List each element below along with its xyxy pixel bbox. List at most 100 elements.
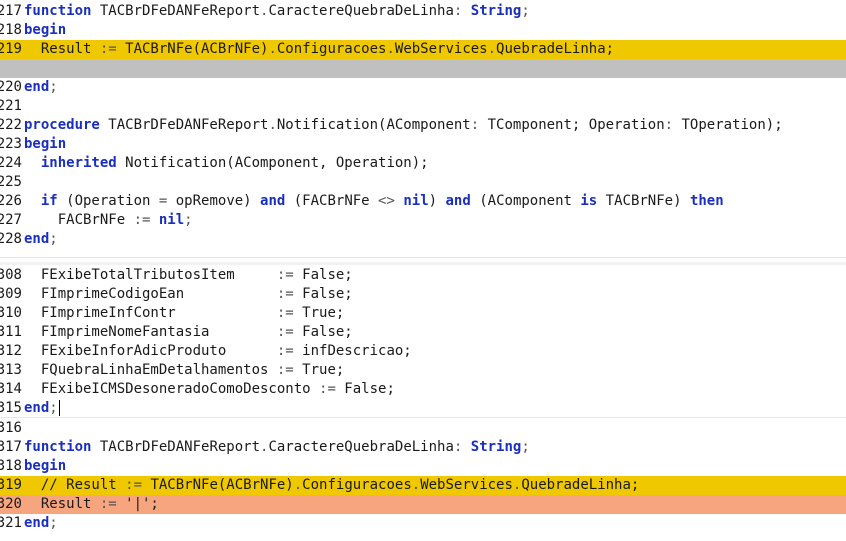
- code-line[interactable]: 321 end;: [0, 514, 846, 533]
- code-line[interactable]: 219 Result := TACBrNFe(ACBrNFe).Configur…: [0, 40, 846, 59]
- code-line[interactable]: 225: [0, 173, 846, 192]
- code-text[interactable]: FExibeICMSDesoneradoComoDesconto := Fals…: [24, 380, 395, 399]
- code-token: :=: [319, 381, 336, 397]
- code-token: (Operation: [57, 193, 159, 209]
- code-token: FQuebraLinhaEmDetalhamentos: [24, 362, 277, 378]
- code-line[interactable]: 311 FImprimeNomeFantasia := False;: [0, 323, 846, 342]
- code-token: TOperation);: [673, 117, 783, 133]
- code-line[interactable]: 314 FExibeICMSDesoneradoComoDesconto := …: [0, 380, 846, 399]
- code-token: TACBrDFeDANFeReport: [91, 3, 261, 19]
- code-line[interactable]: 218 begin: [0, 21, 846, 40]
- code-text[interactable]: FQuebraLinhaEmDetalhamentos := True;: [24, 361, 344, 380]
- code-text[interactable]: Result := TACBrNFe(ACBrNFe).Configuracoe…: [24, 40, 614, 59]
- code-token: ;: [49, 79, 58, 95]
- code-line[interactable]: 217 function TACBrDFeDANFeReport.Caracter…: [0, 2, 846, 21]
- line-number: 223: [0, 136, 22, 152]
- code-token: .: [293, 477, 303, 493]
- code-line[interactable]: 226 if (Operation = opRemove) and (FACBr…: [0, 192, 846, 211]
- code-token: :=: [276, 343, 294, 359]
- code-token: False;: [293, 286, 353, 302]
- code-text[interactable]: end;: [24, 514, 58, 533]
- code-text[interactable]: inherited Notification(AComponent, Opera…: [24, 154, 429, 173]
- keyword-token: and: [260, 193, 286, 209]
- line-number: 221: [0, 98, 22, 114]
- code-token: Result: [24, 496, 100, 512]
- code-token: TComponent; Operation: [479, 117, 665, 133]
- code-text[interactable]: FImprimeCodigoEan := False;: [24, 285, 353, 304]
- code-token: .: [487, 41, 497, 57]
- code-text[interactable]: FExibeInforAdicProduto := infDescricao;: [24, 342, 412, 361]
- line-number: 225: [0, 174, 22, 190]
- code-pane-bottom[interactable]: 316 317 function TACBrDFeDANFeReport.Carac…: [0, 419, 846, 533]
- code-text[interactable]: FACBrNFe := nil;: [24, 211, 193, 230]
- keyword-token: end: [24, 79, 50, 95]
- code-line[interactable]: 312 FExibeInforAdicProduto := infDescric…: [0, 342, 846, 361]
- code-line[interactable]: 227 FACBrNFe := nil;: [0, 211, 846, 230]
- line-number: 313: [0, 362, 22, 378]
- pane-gap: [0, 262, 846, 265]
- code-text[interactable]: if (Operation = opRemove) and (FACBrNFe …: [24, 192, 724, 211]
- keyword-token: and: [445, 193, 471, 209]
- code-token: .: [386, 41, 395, 57]
- code-line[interactable]: 224 inherited Notification(AComponent, O…: [0, 154, 846, 173]
- code-line[interactable]: 319 // Result := TACBrNFe(ACBrNFe).Confi…: [0, 476, 846, 495]
- code-token: '|';: [116, 496, 159, 512]
- code-line[interactable]: 223 begin: [0, 135, 846, 154]
- code-pane-top[interactable]: 217 function TACBrDFeDANFeReport.Caracter…: [0, 2, 846, 249]
- code-text[interactable]: end;: [24, 230, 58, 249]
- keyword-token: String: [470, 3, 522, 19]
- code-token: Configuracoes: [302, 477, 412, 493]
- code-text[interactable]: end;: [24, 399, 60, 418]
- code-text[interactable]: end;: [24, 78, 58, 97]
- code-line[interactable]: [0, 59, 846, 78]
- code-text[interactable]: begin: [24, 21, 66, 40]
- keyword-token: begin: [24, 136, 67, 152]
- code-text[interactable]: function TACBrDFeDANFeReport.CaractereQu…: [24, 438, 530, 457]
- code-line[interactable]: 313 FQuebraLinhaEmDetalhamentos := True;: [0, 361, 846, 380]
- code-token: :: [470, 117, 480, 133]
- code-text[interactable]: FExibeTotalTributosItem := False;: [24, 266, 353, 285]
- code-line[interactable]: 315 end;: [0, 399, 846, 418]
- code-line[interactable]: 320 Result := '|';: [0, 495, 846, 514]
- code-token: :=: [276, 305, 294, 321]
- code-text[interactable]: FImprimeInfContr := True;: [24, 304, 344, 323]
- code-line[interactable]: 309 FImprimeCodigoEan := False;: [0, 285, 846, 304]
- line-number: 314: [0, 381, 22, 397]
- keyword-token: begin: [24, 22, 67, 38]
- code-token: opRemove): [167, 193, 261, 209]
- code-line[interactable]: 228 end;: [0, 230, 846, 249]
- code-text[interactable]: procedure TACBrDFeDANFeReport.Notificati…: [24, 116, 783, 135]
- code-token: WebServices: [394, 41, 488, 57]
- line-number: 226: [0, 193, 22, 209]
- code-text[interactable]: Result := '|';: [24, 495, 159, 514]
- code-line[interactable]: 220 end;: [0, 78, 846, 97]
- code-text[interactable]: // Result := TACBrNFe(ACBrNFe).Configura…: [24, 476, 640, 495]
- code-line[interactable]: 317 function TACBrDFeDANFeReport.Caracter…: [0, 438, 846, 457]
- keyword-token: end: [24, 515, 50, 531]
- code-line[interactable]: 221: [0, 97, 846, 116]
- code-token: WebServices: [420, 477, 513, 493]
- keyword-token: end: [24, 231, 50, 247]
- code-text[interactable]: begin: [24, 135, 66, 154]
- code-line[interactable]: 310 FImprimeInfContr := True;: [0, 304, 846, 323]
- code-text[interactable]: begin: [24, 457, 66, 476]
- line-number: 308: [0, 267, 22, 283]
- code-token: .: [411, 477, 421, 493]
- code-pane-middle[interactable]: 308 FExibeTotalTributosItem := False; 309…: [0, 266, 846, 418]
- code-line[interactable]: 222 procedure TACBrDFeDANFeReport.Notific…: [0, 116, 846, 135]
- line-number: 309: [0, 286, 22, 302]
- code-line[interactable]: 318 begin: [0, 457, 846, 476]
- line-number: 316: [0, 420, 22, 436]
- code-line[interactable]: 308 FExibeTotalTributosItem := False;: [0, 266, 846, 285]
- code-text[interactable]: FImprimeNomeFantasia := False;: [24, 323, 353, 342]
- code-token: .: [268, 41, 277, 57]
- code-token: (FACBrNFe: [285, 193, 379, 209]
- code-line[interactable]: 316: [0, 419, 846, 438]
- code-token: CaractereQuebraDeLinha: [268, 439, 454, 455]
- code-text[interactable]: function TACBrDFeDANFeReport.CaractereQu…: [24, 2, 530, 21]
- line-number: 218: [0, 22, 22, 38]
- code-token: FImprimeInfContr: [24, 305, 277, 321]
- code-token: ;: [184, 212, 193, 228]
- line-number: 321: [0, 515, 22, 531]
